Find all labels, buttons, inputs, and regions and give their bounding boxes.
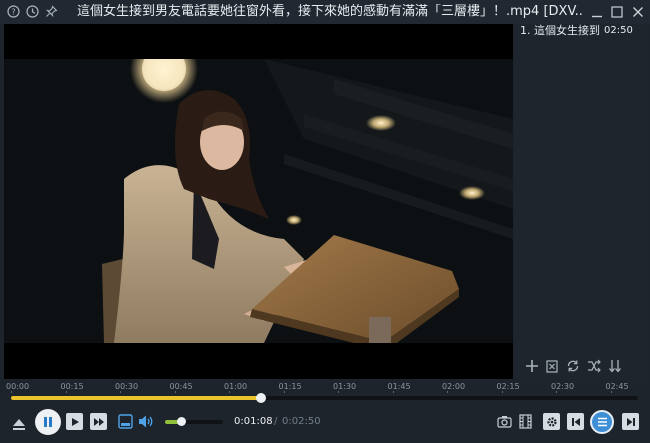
svg-text:?: ? (11, 8, 15, 17)
subtitle-icon[interactable] (117, 413, 134, 430)
playlist-item-title: 1. 這個女生接到 (520, 24, 600, 37)
minimize-button[interactable] (588, 3, 605, 20)
add-icon[interactable] (524, 358, 540, 374)
volume-slider[interactable] (165, 417, 223, 426)
video-frame (4, 59, 513, 343)
eject-button[interactable] (9, 414, 29, 434)
seek-bar[interactable] (11, 392, 638, 404)
repeat-icon[interactable] (565, 358, 581, 374)
current-time: 0:01:08 (234, 416, 273, 427)
clock-icon[interactable] (25, 4, 40, 19)
previous-button[interactable] (567, 413, 584, 430)
stop-button[interactable] (66, 413, 83, 430)
video-area[interactable] (4, 24, 513, 379)
help-icon[interactable]: ? (6, 4, 21, 19)
total-time: 0:02:50 (282, 416, 321, 427)
title-bar: ? 這個女生接到男友電話要她往窗外看，接下來她的感動有滿滿「三層樓」！.mp4 … (0, 0, 650, 24)
playlist-toolbar (524, 358, 634, 374)
seek-progress (11, 396, 261, 400)
volume-icon[interactable] (137, 413, 154, 430)
playlist-item[interactable]: 1. 這個女生接到 02:50 (515, 24, 648, 38)
settings-icon[interactable] (543, 413, 560, 430)
shuffle-icon[interactable] (586, 358, 602, 374)
film-icon[interactable] (517, 413, 534, 430)
playlist-panel: 1. 這個女生接到 02:50 (515, 24, 648, 379)
playlist-toggle-button[interactable] (590, 410, 614, 434)
remove-icon[interactable] (544, 358, 560, 374)
time-separator: / (274, 416, 278, 427)
pin-icon[interactable] (44, 4, 59, 19)
sort-icon[interactable] (607, 358, 623, 374)
seek-handle[interactable] (255, 393, 266, 403)
window-title: 這個女生接到男友電話要她往窗外看，接下來她的感動有滿滿「三層樓」！.mp4 [D… (77, 4, 584, 19)
volume-handle[interactable] (176, 417, 186, 426)
control-bar: 0:01:08 / 0:02:50 (0, 406, 650, 443)
next-frame-button[interactable] (90, 413, 107, 430)
camera-icon[interactable] (496, 413, 513, 430)
maximize-button[interactable] (608, 3, 625, 20)
playlist-item-duration: 02:50 (604, 25, 633, 36)
pause-button[interactable] (35, 409, 61, 435)
next-button[interactable] (622, 413, 639, 430)
close-button[interactable] (629, 3, 646, 20)
